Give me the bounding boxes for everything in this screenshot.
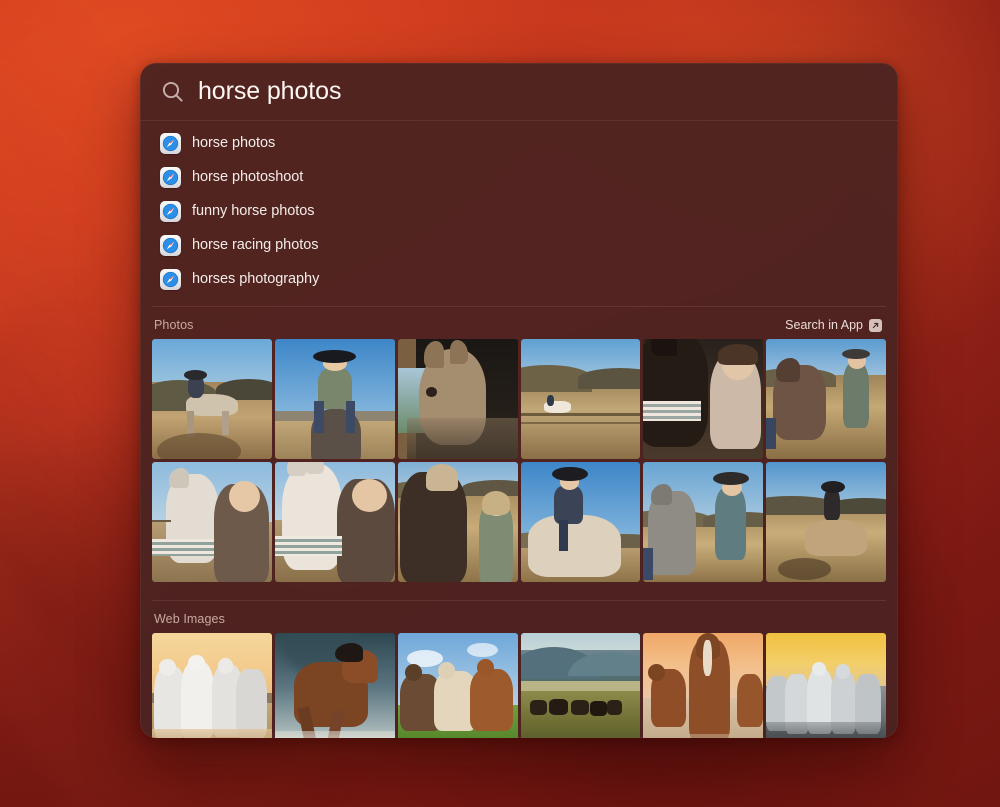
- photo-tile[interactable]: [766, 339, 886, 459]
- external-link-icon: [869, 318, 882, 332]
- photos-grid-row-1: [140, 339, 898, 459]
- photo-tile[interactable]: [397, 462, 518, 582]
- section-header-photos: Photos Search in App: [140, 307, 898, 339]
- web-image-tile[interactable]: [766, 633, 886, 738]
- suggestion-label: horse racing photos: [192, 237, 319, 253]
- web-image-tile[interactable]: [274, 633, 395, 738]
- web-images-grid-row-1: [140, 633, 898, 738]
- section-title: Web Images: [154, 612, 225, 626]
- safari-compass-icon: [160, 234, 181, 256]
- photo-tile[interactable]: [766, 462, 886, 582]
- safari-compass-icon: [160, 132, 181, 154]
- suggestion-list: horse photos horse photoshoot funny hors…: [140, 121, 898, 302]
- web-image-tile[interactable]: [643, 633, 764, 738]
- safari-compass-icon: [160, 200, 181, 222]
- suggestion-row-2[interactable]: horse photoshoot: [146, 160, 892, 194]
- suggestion-label: funny horse photos: [192, 203, 315, 219]
- suggestion-label: horses photography: [192, 271, 320, 287]
- photo-tile[interactable]: [274, 462, 395, 582]
- suggestion-label: horse photos: [192, 135, 276, 151]
- web-image-tile[interactable]: [397, 633, 518, 738]
- safari-compass-icon: [160, 268, 181, 290]
- photo-tile[interactable]: [152, 339, 272, 459]
- photo-tile[interactable]: [397, 339, 518, 459]
- search-in-app-label: Search in App: [785, 318, 863, 332]
- photo-tile[interactable]: [643, 462, 764, 582]
- section-title: Photos: [154, 318, 194, 332]
- suggestion-row-3[interactable]: funny horse photos: [146, 194, 892, 228]
- photo-tile[interactable]: [520, 339, 641, 459]
- web-image-tile[interactable]: [520, 633, 641, 738]
- photos-grid-row-2: [140, 462, 898, 582]
- suggestion-row-5[interactable]: horses photography: [146, 262, 892, 296]
- photos-section-spacer: [140, 582, 898, 596]
- suggestion-row-1[interactable]: horse photos: [146, 126, 892, 160]
- photo-tile[interactable]: [152, 462, 272, 582]
- search-icon: [160, 79, 186, 105]
- section-header-web-images: Web Images: [140, 601, 898, 633]
- search-bar[interactable]: horse photos: [140, 63, 898, 121]
- web-image-tile[interactable]: [152, 633, 272, 738]
- suggestion-row-4[interactable]: horse racing photos: [146, 228, 892, 262]
- search-input[interactable]: horse photos: [198, 79, 341, 104]
- photo-tile[interactable]: [643, 339, 764, 459]
- spotlight-panel: horse photos horse photos horse photosho…: [140, 63, 898, 738]
- photo-tile[interactable]: [520, 462, 641, 582]
- safari-compass-icon: [160, 166, 181, 188]
- search-in-app-button[interactable]: Search in App: [785, 318, 882, 332]
- photo-tile[interactable]: [274, 339, 395, 459]
- suggestion-label: horse photoshoot: [192, 169, 304, 185]
